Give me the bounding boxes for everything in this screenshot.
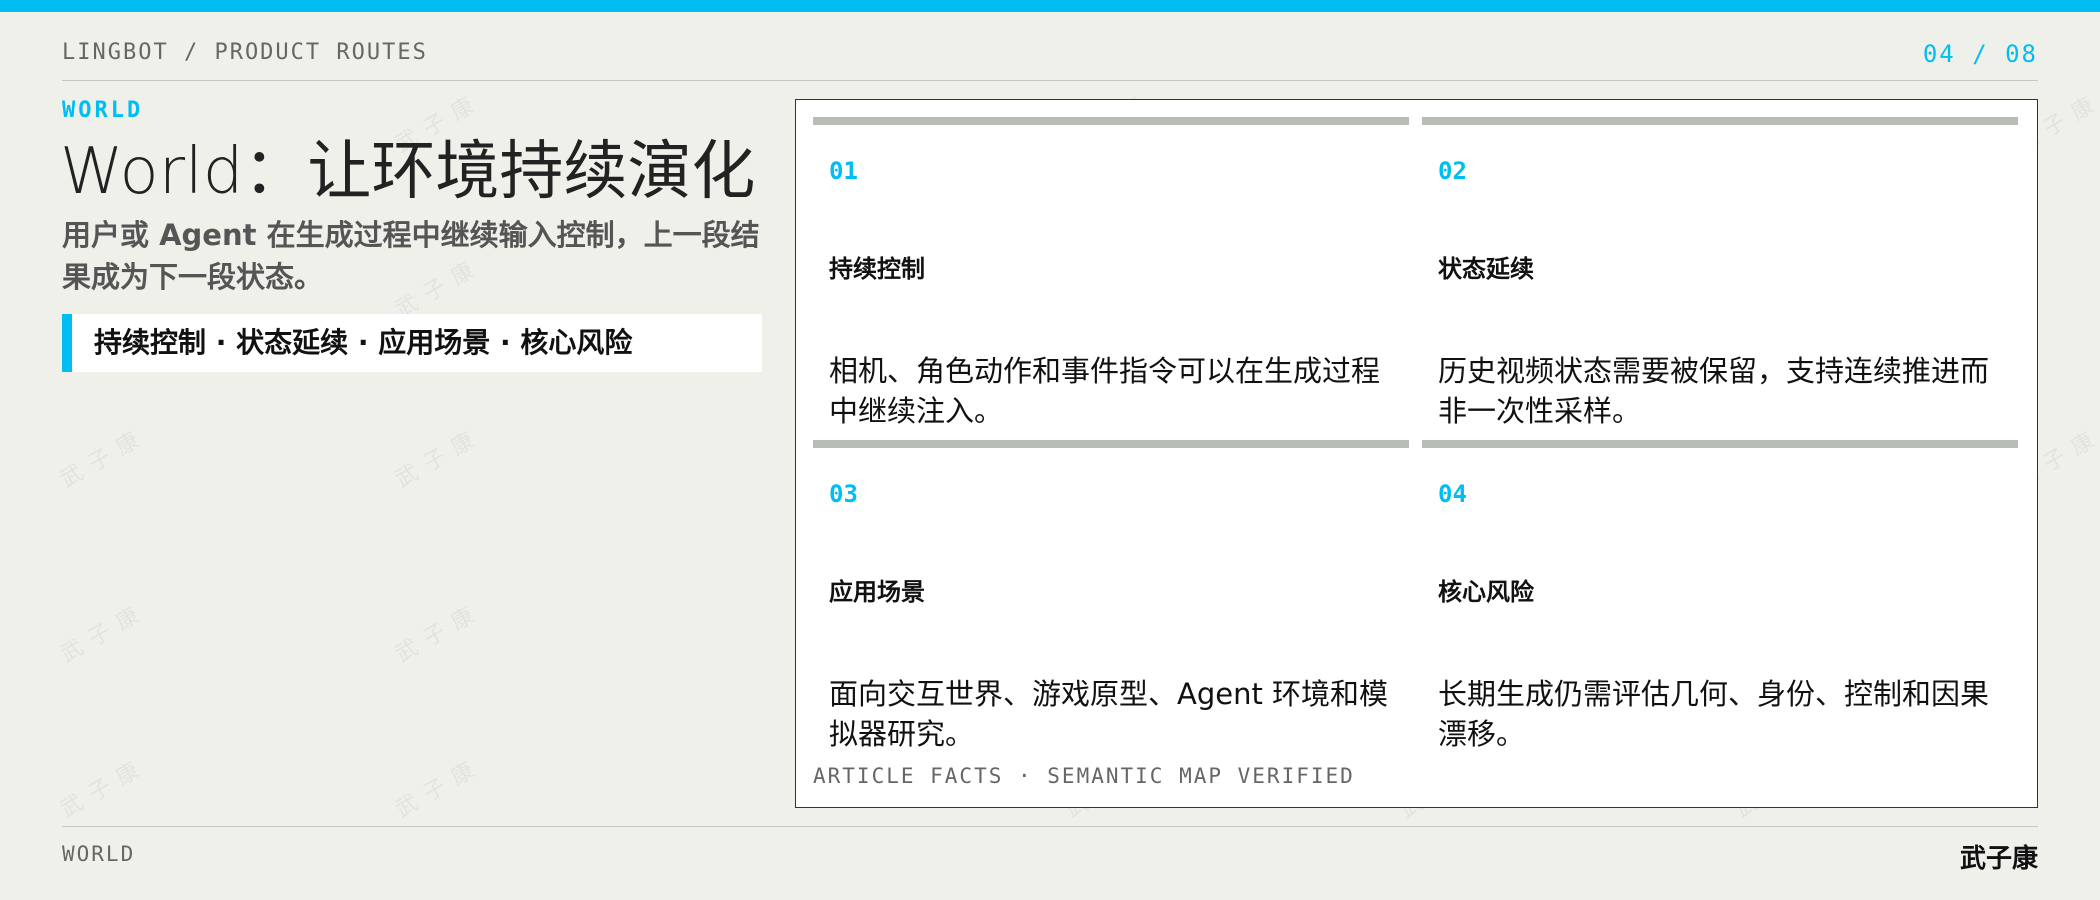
footer-divider (62, 826, 2038, 827)
panel-footer-caption: ARTICLE FACTS · SEMANTIC MAP VERIFIED (813, 764, 1355, 788)
card-label: 应用场景 (829, 578, 925, 606)
header-divider (62, 80, 2038, 81)
watermark: 武子康 (391, 423, 488, 493)
card-label: 状态延续 (1438, 255, 1534, 283)
card-number: 03 (829, 480, 858, 508)
tag-summary-text: 持续控制 · 状态延续 · 应用场景 · 核心风险 (94, 326, 633, 359)
card-description: 相机、角色动作和事件指令可以在生成过程中继续注入。 (829, 354, 1381, 428)
card-number: 04 (1438, 480, 1467, 508)
watermark: 武子康 (391, 598, 488, 668)
section-eyebrow: WORLD (62, 98, 144, 123)
footer-author: 武子康 (1959, 844, 2038, 874)
card-3: 03 应用场景 面向交互世界、游戏原型、Agent 环境和模拟器研究。 (813, 440, 1409, 751)
card-number: 02 (1438, 157, 1467, 185)
card-label: 核心风险 (1438, 578, 1534, 606)
card-top-bar (1422, 440, 2018, 448)
card-description: 面向交互世界、游戏原型、Agent 环境和模拟器研究。 (829, 677, 1389, 751)
card-description: 历史视频状态需要被保留，支持连续推进而非一次性采样。 (1438, 354, 1990, 428)
card-top-bar (813, 117, 1409, 125)
page-subtitle: 用户或 Agent 在生成过程中继续输入控制，上一段结果成为下一段状态。 (62, 218, 760, 294)
card-top-bar (1422, 117, 2018, 125)
watermark: 武子康 (391, 753, 488, 823)
card-label: 持续控制 (829, 255, 925, 283)
card-description: 长期生成仍需评估几何、身份、控制和因果漂移。 (1438, 677, 1990, 751)
card-number: 01 (829, 157, 858, 185)
page-indicator: 04 / 08 (1922, 40, 2038, 68)
card-1: 01 持续控制 相机、角色动作和事件指令可以在生成过程中继续注入。 (813, 117, 1409, 428)
breadcrumb: LINGBOT / PRODUCT ROUTES (62, 40, 428, 65)
card-2: 02 状态延续 历史视频状态需要被保留，支持连续推进而非一次性采样。 (1422, 117, 2018, 428)
top-accent-bar (0, 0, 2100, 12)
cards-panel: 01 持续控制 相机、角色动作和事件指令可以在生成过程中继续注入。 02 状态延… (795, 99, 2038, 808)
tag-summary-bar: 持续控制 · 状态延续 · 应用场景 · 核心风险 (62, 314, 762, 372)
footer-section-label: WORLD (62, 842, 136, 866)
card-top-bar (813, 440, 1409, 448)
watermark: 武子康 (56, 598, 153, 668)
page-title: World：让环境持续演化 (60, 135, 756, 209)
card-4: 04 核心风险 长期生成仍需评估几何、身份、控制和因果漂移。 (1422, 440, 2018, 751)
watermark: 武子康 (56, 753, 153, 823)
watermark: 武子康 (56, 423, 153, 493)
